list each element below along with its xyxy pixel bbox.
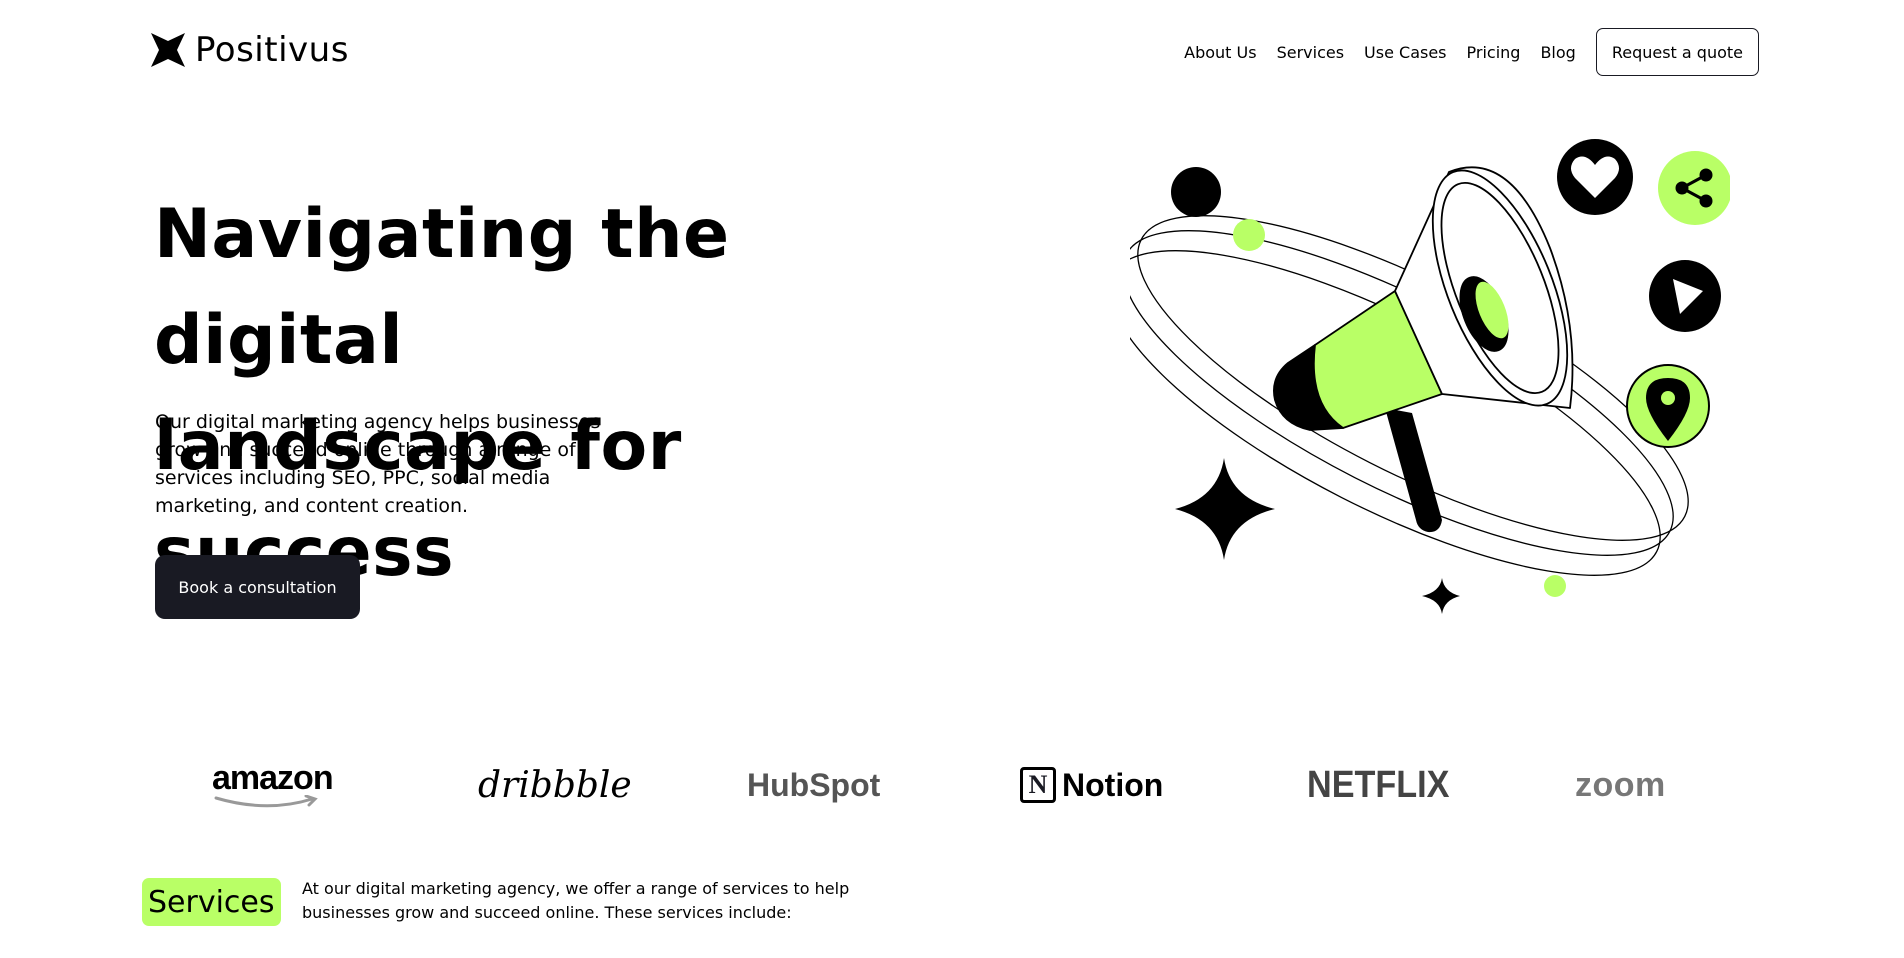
nav-link-blog[interactable]: Blog [1540,43,1575,62]
hubspot-wordmark: HubSpot [747,766,881,803]
location-badge [1626,364,1710,448]
green-dot-small [1544,575,1566,597]
nav-link-services[interactable]: Services [1277,43,1344,62]
netflix-wordmark: NETFLIX [1307,763,1450,806]
notion-wordmark: Notion [1062,766,1164,803]
hero-title-line-1: Navigating the digital [154,195,730,380]
amazon-wordmark: amazon [212,759,334,797]
dribbble-logo: dribbble [478,760,632,810]
zoom-wordmark: zoom [1575,765,1666,804]
nav-link-use-cases[interactable]: Use Cases [1364,43,1446,62]
request-quote-button[interactable]: Request a quote [1595,28,1759,76]
hero-description: Our digital marketing agency helps busin… [155,411,601,517]
services-heading: Services [142,878,281,926]
zoom-logo: zoom [1575,760,1666,810]
sparkle-large-icon [1175,458,1275,560]
notion-logo: N Notion [1020,760,1163,810]
black-dot [1171,167,1221,217]
play-badge [1649,260,1721,332]
heart-badge [1557,139,1633,215]
share-badge [1658,151,1730,225]
brand-logo[interactable]: Positivus [151,30,349,70]
landing-page: Positivus About Us Services Use Cases Pr… [0,0,1904,958]
green-dot [1233,219,1265,251]
dribbble-wordmark: dribbble [478,764,632,806]
nav-link-about-us[interactable]: About Us [1184,43,1256,62]
megaphone-illustration [1130,139,1730,614]
client-logos: amazon dribbble HubSpot N Notion NETFLIX… [0,760,1904,810]
main-nav: About Us Services Use Cases Pricing Blog… [1184,28,1759,76]
services-description: At our digital marketing agency, we offe… [302,879,850,922]
brand-name: Positivus [195,30,349,70]
notion-icon: N [1020,767,1056,803]
sparkle-small-icon [1422,578,1460,614]
hero-title: Navigating the digital landscape for suc… [154,182,954,606]
book-consultation-button[interactable]: Book a consultation [155,555,360,619]
nav-link-pricing[interactable]: Pricing [1467,43,1521,62]
amazon-smile-icon [214,795,318,808]
hubspot-logo: HubSpot [747,760,880,810]
amazon-logo: amazon [212,759,334,810]
megaphone-handle [1385,408,1442,533]
netflix-logo: NETFLIX [1307,760,1465,810]
star-burst-icon [151,33,185,67]
